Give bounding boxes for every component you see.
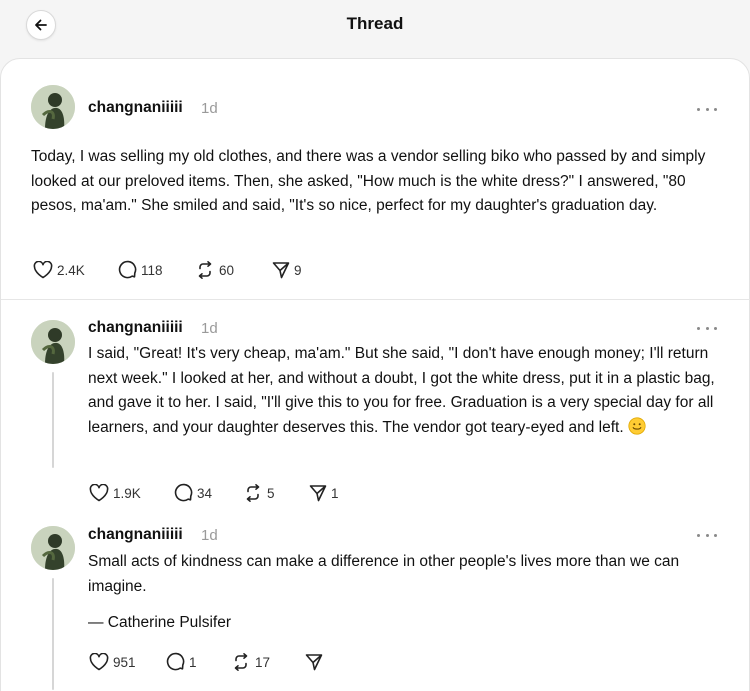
like-count: 1.9K [113,485,141,501]
repost-button[interactable]: 17 [231,651,270,673]
repost-count: 60 [219,262,235,278]
quote-attribution: — Catherine Pulsifer [88,614,232,631]
like-button[interactable]: 1.9K [89,482,141,504]
post-text: Small acts of kindness can make a differ… [88,550,728,599]
post-paragraph: Small acts of kindness can make a differ… [88,553,680,595]
top-bar: Thread [0,0,750,58]
username[interactable]: changnaniiiii [88,319,183,337]
share-count: 9 [294,262,302,278]
username[interactable]: changnaniiiii [88,526,183,544]
thread-post-2: changnaniiiii 1d I said, "Great! It's ve… [1,300,750,520]
username[interactable]: changnaniiiii [88,99,183,117]
post-actions: 951 1 17 [89,651,389,673]
more-horizontal-icon[interactable] [697,530,717,540]
thread-card: changnaniiiii 1d Today, I was selling my… [0,58,750,691]
comment-icon [166,652,185,671]
post-paragraph: I said, "Great! It's very cheap, ma'am."… [88,345,715,436]
avatar[interactable] [31,85,75,129]
avatar[interactable] [31,526,75,570]
more-horizontal-icon[interactable] [697,104,717,114]
repost-count: 5 [267,485,275,501]
comment-icon [118,260,137,279]
post-text: I said, "Great! It's very cheap, ma'am."… [88,342,718,440]
reply-count: 34 [197,485,213,501]
repost-count: 17 [255,654,271,670]
thread-connector-line [52,372,54,468]
thread-connector-line [52,578,54,690]
share-count: 1 [331,485,339,501]
post-time: 1d [201,527,218,544]
smiling-face-emoji [628,416,646,435]
repost-icon [234,653,248,671]
post-text: Today, I was selling my old clothes, and… [31,145,721,219]
post-actions: 2.4K 118 60 9 [33,259,333,281]
heart-icon [89,653,109,671]
post-actions: 1.9K 34 5 1 [89,482,389,504]
thread-post-3: changnaniiiii 1d Small acts of kindness … [1,520,750,691]
reply-button[interactable]: 1 [165,651,197,673]
post-paragraph: Today, I was selling my old clothes, and… [31,148,706,214]
repost-button[interactable]: 60 [195,259,234,281]
like-count: 2.4K [57,262,85,278]
comment-icon [174,483,193,502]
avatar[interactable] [31,320,75,364]
more-horizontal-icon[interactable] [697,323,717,333]
reply-count: 1 [189,654,197,670]
repost-button[interactable]: 5 [243,482,275,504]
like-button[interactable]: 951 [89,651,136,673]
share-button[interactable]: 1 [309,482,339,504]
thread-post-1: changnaniiiii 1d Today, I was selling my… [1,59,750,299]
reply-button[interactable]: 118 [117,259,163,281]
repost-icon [198,261,212,279]
post-time: 1d [201,320,218,337]
like-count: 951 [113,654,136,670]
share-button[interactable] [305,651,327,673]
share-button[interactable]: 9 [272,259,302,281]
reply-count: 118 [141,262,163,278]
like-button[interactable]: 2.4K [33,259,85,281]
repost-icon [246,484,260,502]
page-title: Thread [346,14,404,33]
post-time: 1d [201,100,218,117]
reply-button[interactable]: 34 [173,482,212,504]
send-icon [309,485,327,502]
send-icon [272,262,290,279]
heart-icon [33,261,53,279]
heart-icon [89,484,109,502]
send-icon [305,654,323,671]
